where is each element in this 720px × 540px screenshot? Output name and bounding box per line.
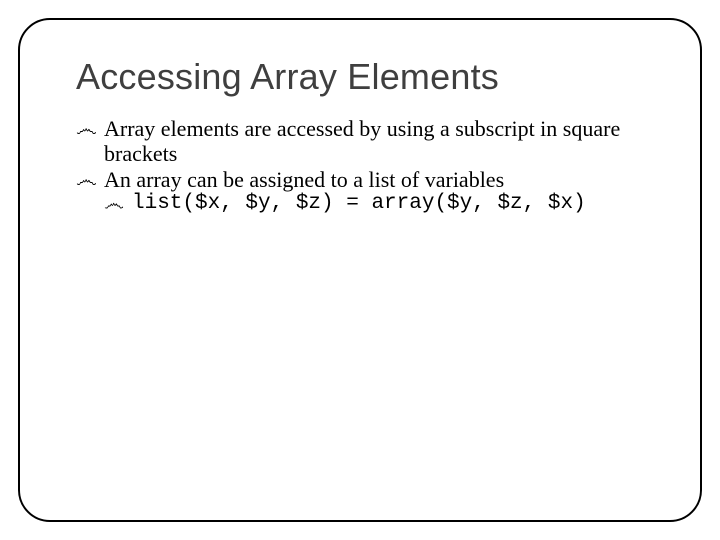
bullet-glyph-icon: ෴ <box>76 167 97 192</box>
bullet-text: Array elements are accessed by using a s… <box>104 116 620 166</box>
bullet-glyph-icon: ෴ <box>104 192 124 216</box>
bullet-glyph-icon: ෴ <box>76 116 97 141</box>
slide-title: Accessing Array Elements <box>76 56 652 98</box>
bullet-item-code: ෴ list($x, $y, $z) = array($y, $z, $x) <box>104 192 652 216</box>
slide-frame: Accessing Array Elements ෴ Array element… <box>18 18 702 522</box>
bullet-item: ෴ An array can be assigned to a list of … <box>76 167 652 192</box>
bullet-item: ෴ Array elements are accessed by using a… <box>76 116 652 167</box>
bullet-text: An array can be assigned to a list of va… <box>104 167 504 192</box>
slide-content: ෴ Array elements are accessed by using a… <box>76 116 652 216</box>
bullet-code-text: list($x, $y, $z) = array($y, $z, $x) <box>132 192 586 215</box>
